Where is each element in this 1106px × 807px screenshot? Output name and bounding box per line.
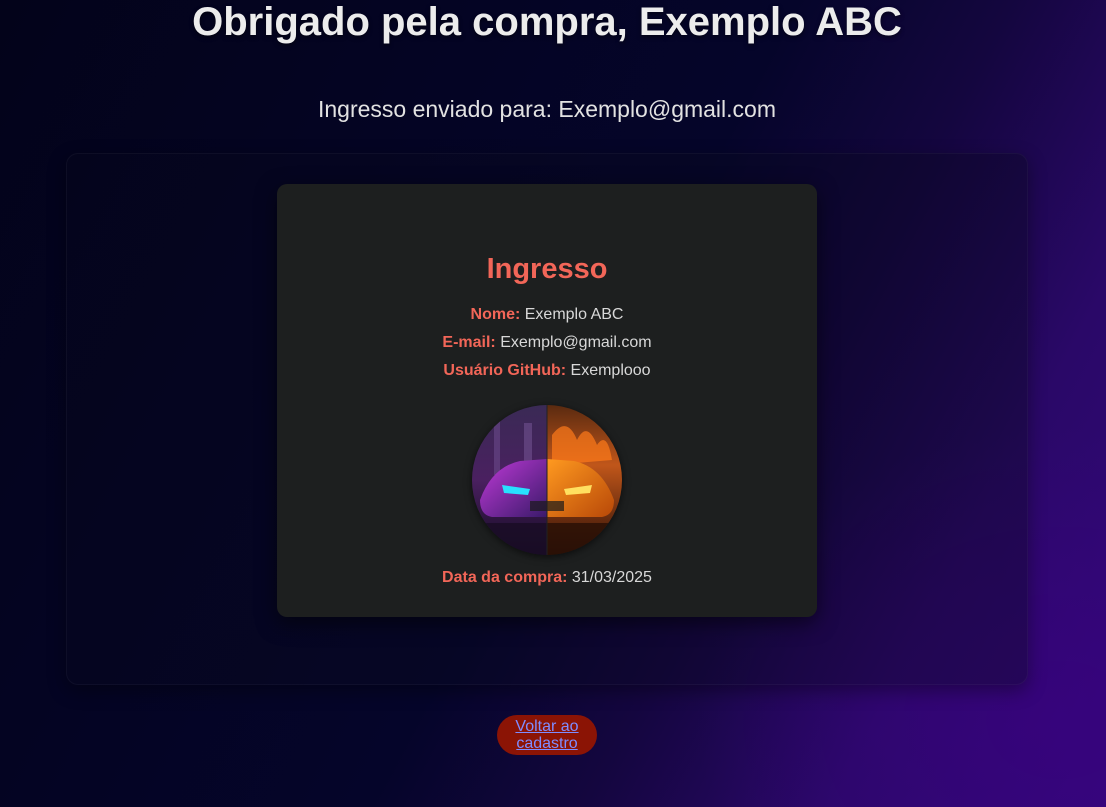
ticket-card: Ingresso Nome: Exemplo ABC E-mail: Exemp…	[277, 184, 817, 617]
github-label: Usuário GitHub:	[443, 362, 567, 379]
page-title: Obrigado pela compra, Exemplo ABC	[192, 0, 902, 44]
email-value: Exemplo@gmail.com	[500, 334, 652, 351]
date-label: Data da compra:	[442, 569, 568, 586]
email-label: E-mail:	[442, 334, 496, 351]
date-value: 31/03/2025	[571, 569, 652, 586]
github-value: Exemplooo	[570, 362, 651, 379]
ticket-title: Ingresso	[486, 253, 608, 285]
back-button-line2: cadastro	[516, 735, 578, 752]
car-avatar-icon	[472, 405, 622, 555]
name-value: Exemplo ABC	[524, 306, 624, 323]
ticket-name-row: Nome: Exemplo ABC	[277, 305, 817, 325]
ticket-github-row: Usuário GitHub: Exemplooo	[277, 361, 817, 381]
back-button-line1: Voltar ao	[515, 718, 579, 735]
back-to-register-button[interactable]: Voltar ao cadastro	[497, 715, 597, 755]
sent-to-text: Ingresso enviado para: Exemplo@gmail.com	[317, 96, 776, 122]
name-label: Nome:	[470, 306, 521, 323]
ticket-date-row: Data da compra: 31/03/2025	[277, 568, 817, 588]
ticket-email-row: E-mail: Exemplo@gmail.com	[277, 333, 817, 353]
